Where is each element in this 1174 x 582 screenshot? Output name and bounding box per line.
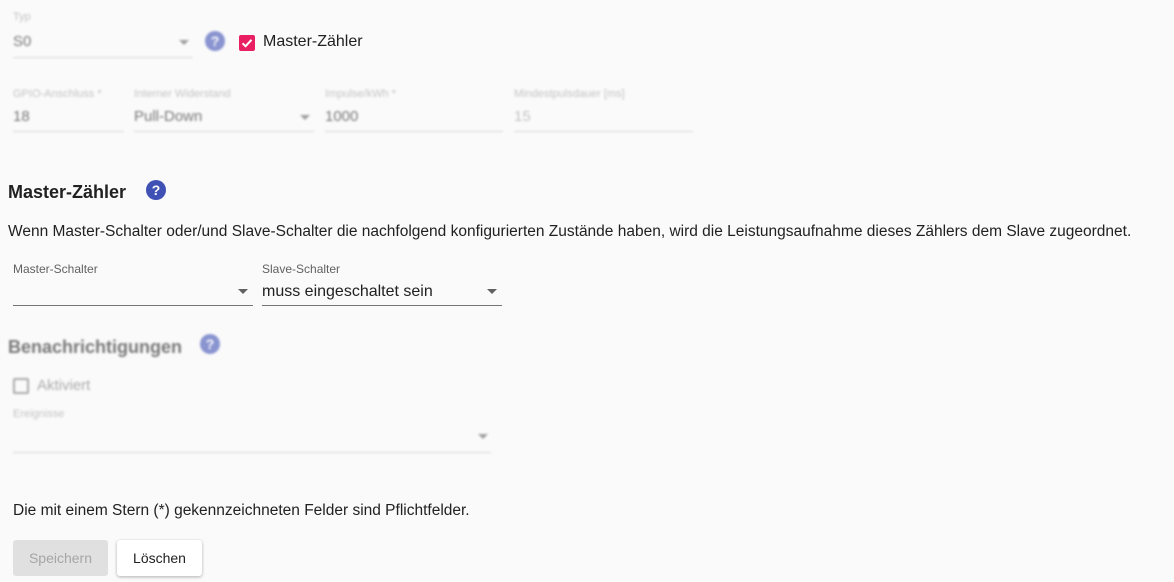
impulses-value: 1000 [325, 108, 359, 125]
help-icon[interactable]: ? [200, 334, 220, 354]
chevron-down-icon [487, 289, 497, 294]
min-pulse-placeholder: 15 [514, 108, 531, 125]
notifications-title: Benachrichtigungen [8, 337, 183, 357]
master-meter-checkbox[interactable] [239, 35, 255, 51]
check-icon [241, 39, 253, 48]
slave-switch-label: Slave-Schalter [262, 262, 341, 276]
chevron-down-icon [478, 434, 488, 439]
gpio-underline [13, 131, 124, 132]
master-section-title: Master-Zähler [8, 182, 127, 202]
type-underline [13, 57, 193, 58]
slave-switch-value: muss eingeschaltet sein [262, 283, 433, 300]
notifications-enabled-checkbox[interactable] [13, 378, 29, 394]
chevron-down-icon [238, 289, 248, 294]
slave-switch-underline [262, 305, 502, 306]
master-switch-underline [13, 305, 253, 306]
resistor-label: Interner Widerstand [134, 88, 231, 100]
gpio-value: 18 [13, 108, 30, 125]
events-underline [13, 452, 491, 453]
delete-button[interactable]: Löschen [117, 540, 202, 576]
master-switch-label: Master-Schalter [13, 262, 98, 276]
resistor-underline [134, 131, 314, 132]
chevron-down-icon [300, 115, 310, 120]
help-icon[interactable]: ? [205, 31, 225, 51]
min-pulse-underline [514, 131, 693, 132]
impulses-label: Impulse/kWh * [325, 88, 396, 100]
gpio-label: GPIO-Anschluss * [13, 88, 102, 100]
master-meter-checkbox-label: Master-Zähler [263, 33, 363, 50]
master-section-description: Wenn Master-Schalter oder/und Slave-Scha… [8, 223, 1132, 240]
required-fields-note: Die mit einem Stern (*) gekennzeichneten… [13, 502, 470, 519]
min-pulse-label: Mindestpulsdauer [ms] [514, 88, 625, 100]
help-icon[interactable]: ? [146, 180, 166, 200]
resistor-value: Pull-Down [134, 108, 203, 125]
notifications-enabled-label: Aktiviert [37, 377, 91, 394]
impulses-underline [325, 131, 503, 132]
events-label: Ereignisse [13, 408, 65, 420]
type-label: Typ [13, 11, 31, 23]
type-value: S0 [13, 33, 32, 50]
chevron-down-icon [179, 40, 189, 45]
save-button[interactable]: Speichern [13, 540, 108, 576]
